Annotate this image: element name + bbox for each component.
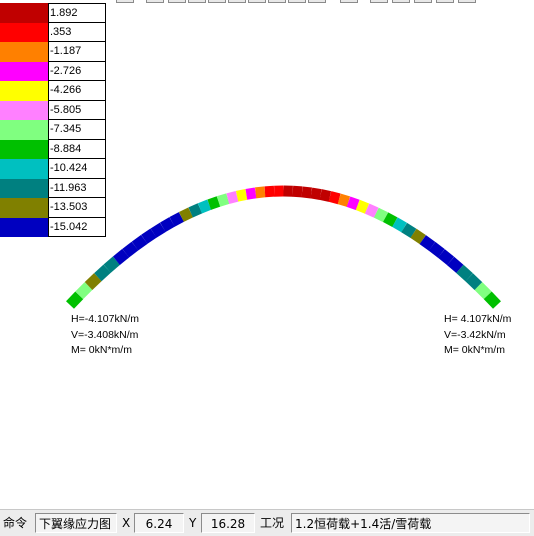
arch-stress-segment bbox=[178, 207, 194, 222]
arch-stress-diagram bbox=[66, 185, 501, 309]
arch-stress-segment bbox=[94, 264, 111, 282]
arch-stress-segment bbox=[337, 193, 351, 207]
arch-stress-segment bbox=[84, 273, 102, 290]
right-support-reactions: H= 4.107kN/m V=-3.42kN/m M= 0kN*m/m bbox=[444, 312, 511, 359]
arch-stress-segment bbox=[373, 207, 389, 223]
arch-stress-segment bbox=[235, 188, 248, 202]
arch-stress-segment bbox=[447, 256, 464, 274]
arch-stress-segment bbox=[141, 228, 157, 244]
y-coordinate-value: 16.28 bbox=[201, 513, 255, 533]
arch-stress-segment bbox=[456, 264, 473, 282]
arch-stress-segment bbox=[169, 212, 184, 227]
left-horizontal-reaction: H=-4.107kN/m bbox=[71, 313, 139, 325]
arch-stress-segment bbox=[197, 199, 212, 214]
arch-stress-segment bbox=[319, 189, 332, 202]
arch-stress-segment bbox=[364, 203, 379, 218]
left-vertical-reaction: V=-3.408kN/m bbox=[71, 328, 139, 341]
arch-stress-segment bbox=[245, 187, 257, 200]
arch-stress-segment bbox=[226, 190, 239, 204]
arch-stress-segment bbox=[392, 217, 407, 233]
arch-stress-segment bbox=[264, 185, 275, 198]
arch-stress-segment bbox=[66, 291, 84, 309]
y-coordinate-label: Y bbox=[189, 516, 197, 530]
arch-stress-segment bbox=[301, 186, 312, 199]
arch-stress-segment bbox=[150, 222, 166, 238]
x-coordinate-value: 6.24 bbox=[134, 513, 184, 533]
command-label[interactable]: 命令 bbox=[0, 513, 34, 533]
arch-stress-segment bbox=[188, 203, 203, 218]
arch-stress-segment bbox=[112, 248, 130, 265]
left-moment-reaction: M= 0kN*m/m bbox=[71, 344, 132, 356]
arch-stress-segment bbox=[383, 212, 398, 228]
right-horizontal-reaction: H= 4.107kN/m bbox=[444, 313, 512, 325]
left-support-reactions: H=-4.107kN/m V=-3.408kN/m M= 0kN*m/m bbox=[71, 312, 139, 359]
arch-stress-segment bbox=[216, 193, 230, 207]
right-vertical-reaction: V=-3.42kN/m bbox=[444, 328, 506, 341]
arch-stress-segment bbox=[103, 256, 121, 273]
arch-stress-segment bbox=[355, 199, 370, 214]
arch-stress-segment bbox=[465, 273, 483, 291]
arch-stress-segment bbox=[328, 191, 341, 205]
arch-stress-segment bbox=[410, 228, 426, 245]
arch-stress-segment bbox=[310, 187, 322, 200]
arch-stress-segment bbox=[483, 291, 501, 309]
arch-stress-segment bbox=[401, 222, 417, 239]
arch-stress-segment bbox=[419, 235, 436, 251]
load-case-value: 1.2恒荷载+1.4活/雪荷载 bbox=[291, 513, 530, 533]
arch-stress-segment bbox=[75, 282, 93, 300]
arch-stress-segment bbox=[131, 234, 148, 251]
arch-stress-segment bbox=[474, 282, 492, 300]
load-case-label: 工况 bbox=[260, 516, 285, 530]
right-moment-reaction: M= 0kN*m/m bbox=[444, 344, 505, 356]
arch-stress-segment bbox=[346, 196, 360, 211]
x-coordinate-label: X bbox=[122, 516, 131, 530]
arch-stress-segment bbox=[160, 217, 175, 233]
status-bar: 命令 下翼缘应力图 X 6.24 Y 16.28 工况 1.2恒荷载+1.4活/… bbox=[0, 509, 534, 536]
current-view-field: 下翼缘应力图 bbox=[35, 513, 117, 533]
arch-stress-segment bbox=[207, 196, 221, 210]
arch-stress-segment bbox=[437, 249, 455, 266]
arch-stress-segment bbox=[122, 241, 139, 258]
arch-stress-segment bbox=[292, 185, 303, 198]
arch-stress-segment bbox=[428, 241, 445, 258]
arch-stress-segment bbox=[255, 186, 266, 199]
